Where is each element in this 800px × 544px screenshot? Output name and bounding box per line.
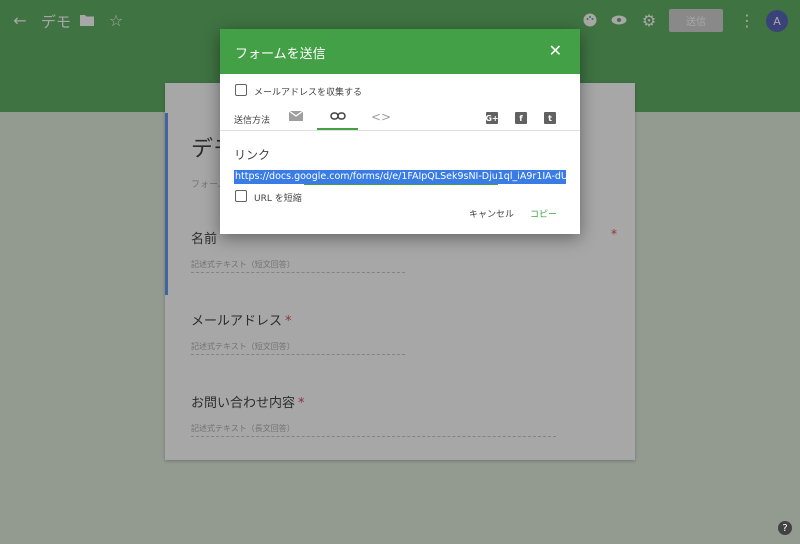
twitter-icon[interactable]: t <box>544 112 556 124</box>
collect-email-label: メールアドレスを収集する <box>254 88 363 98</box>
email-icon[interactable] <box>288 110 304 124</box>
link-field-underline <box>304 184 498 185</box>
send-method-label: 送信方法 <box>234 116 271 126</box>
copy-button[interactable]: コピー <box>530 207 557 220</box>
shorten-url-label: URL を短縮 <box>254 194 302 204</box>
send-form-dialog: フォームを送信 ✕ メールアドレスを収集する 送信方法 <> G+ f t リン… <box>220 29 580 234</box>
collect-email-checkbox[interactable] <box>235 84 247 96</box>
google-plus-icon[interactable]: G+ <box>485 112 499 124</box>
facebook-icon[interactable]: f <box>515 112 527 124</box>
link-url-field[interactable]: https://docs.google.com/forms/d/e/1FAIpQ… <box>234 170 566 184</box>
close-icon[interactable]: ✕ <box>549 41 562 60</box>
help-icon[interactable]: ? <box>778 521 792 535</box>
link-heading: リンク <box>234 148 271 162</box>
shorten-url-checkbox[interactable] <box>235 190 247 202</box>
cancel-button[interactable]: キャンセル <box>469 207 514 220</box>
embed-code-icon[interactable]: <> <box>371 110 391 124</box>
link-icon[interactable] <box>330 110 346 124</box>
divider <box>220 130 580 131</box>
dialog-title: フォームを送信 <box>235 47 326 62</box>
dialog-header: フォームを送信 ✕ <box>220 29 580 74</box>
